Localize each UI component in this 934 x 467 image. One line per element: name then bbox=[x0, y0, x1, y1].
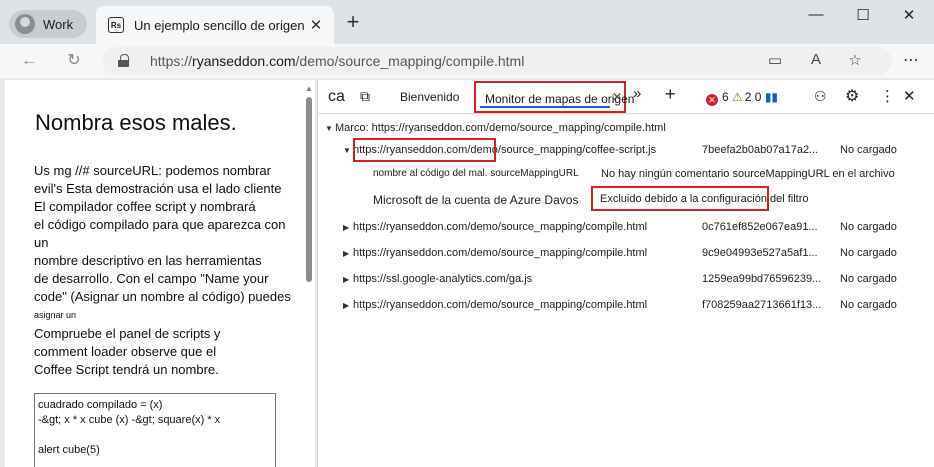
scroll-thumb[interactable] bbox=[306, 97, 312, 282]
more-tabs-icon[interactable]: » bbox=[633, 85, 641, 102]
page-title: Nombra esos males. bbox=[35, 110, 237, 135]
address-toolbar: ← ↻ https://ryanseddon.com/demo/source_m… bbox=[0, 44, 934, 78]
console-tab-short[interactable]: ca bbox=[328, 88, 345, 106]
highlight-box bbox=[591, 186, 769, 211]
issues-counter[interactable]: ✕ 6 ⚠ 2 0 ▮▮ bbox=[706, 90, 778, 106]
avatar-icon bbox=[15, 14, 35, 34]
browser-menu-icon[interactable]: ⋯ bbox=[898, 48, 924, 74]
collapse-arrow-icon[interactable]: ▼ bbox=[343, 146, 353, 155]
source-row[interactable]: ▶ https://ryanseddon.com/demo/source_mapp… bbox=[343, 221, 647, 233]
minimize-button[interactable]: — bbox=[793, 6, 839, 30]
frame-row[interactable]: ▼ Marco: https://ryanseddon.com/demo/sour… bbox=[325, 122, 666, 134]
status-cell: No cargado bbox=[840, 273, 897, 285]
read-aloud-icon[interactable]: A bbox=[805, 51, 827, 71]
tab-welcome[interactable]: Bienvenido bbox=[400, 90, 459, 104]
child-value: No hay ningún comentario sourceMappingUR… bbox=[601, 168, 895, 180]
tab-source-maps-monitor[interactable]: Monitor de mapas de origen ✕ bbox=[474, 81, 634, 113]
code-textarea[interactable]: cuadrado compilado = (x) -&gt; x * x cub… bbox=[34, 393, 276, 467]
maximize-button[interactable]: ☐ bbox=[840, 6, 886, 30]
source-row[interactable]: ▶ https://ssl.google-analytics.com/ga.js bbox=[343, 273, 532, 285]
hash-cell: 7beefa2b0ab07a17a2... bbox=[702, 144, 819, 156]
status-cell: No cargado bbox=[840, 221, 897, 233]
url-text[interactable]: https://ryanseddon.com/demo/source_mappi… bbox=[150, 53, 524, 69]
expand-arrow-icon[interactable]: ▶ bbox=[343, 249, 353, 258]
profile-label: Work bbox=[43, 16, 74, 32]
hash-cell: 9c9e04993e527a5af1... bbox=[702, 247, 818, 259]
page-scrollbar[interactable]: ▲ bbox=[303, 80, 315, 467]
window-close-button[interactable]: ✕ bbox=[886, 6, 932, 30]
expand-arrow-icon[interactable]: ▶ bbox=[343, 223, 353, 232]
lock-icon bbox=[118, 54, 129, 67]
expand-arrow-icon[interactable]: ▼ bbox=[325, 124, 335, 133]
more-options-icon[interactable]: ⋮ bbox=[880, 87, 895, 105]
back-arrow-icon[interactable]: ← bbox=[16, 48, 42, 74]
expand-arrow-icon[interactable]: ▶ bbox=[343, 301, 353, 310]
refresh-icon[interactable]: ↻ bbox=[61, 48, 87, 74]
settings-icon[interactable]: ⚙ bbox=[845, 86, 859, 106]
instructions-paragraph: Compruebe el panel de scripts y comment … bbox=[34, 326, 221, 377]
info-icon: ▮▮ bbox=[764, 90, 779, 104]
hash-cell: f708259aa2713661f13... bbox=[702, 299, 822, 311]
tab-strip: Work Rs Un ejemplo sencillo de origen ✕ … bbox=[0, 0, 934, 44]
new-tab-button[interactable]: + bbox=[340, 10, 366, 36]
devtools-panel: ca ⧉ Bienvenido Monitor de mapas de orig… bbox=[317, 80, 934, 467]
scroll-up-icon[interactable]: ▲ bbox=[305, 84, 313, 93]
site-favicon-icon: Rs bbox=[108, 17, 124, 33]
tab-title: Un ejemplo sencillo de origen bbox=[134, 17, 305, 33]
child-label: Microsoft de la cuenta de Azure Davos bbox=[373, 193, 579, 207]
status-cell: No cargado bbox=[840, 299, 897, 311]
profile-button[interactable]: Work bbox=[9, 10, 87, 38]
app-available-icon[interactable]: ▭ bbox=[764, 51, 786, 71]
highlight-box bbox=[353, 138, 496, 162]
error-icon: ✕ bbox=[706, 94, 718, 106]
favorite-star-icon[interactable]: ☆ bbox=[844, 51, 866, 71]
expand-arrow-icon[interactable]: ▶ bbox=[343, 275, 353, 284]
source-row[interactable]: ▶ https://ryanseddon.com/demo/source_mapp… bbox=[343, 247, 647, 259]
warning-icon: ⚠ bbox=[732, 90, 743, 104]
description-paragraph: Us mg //# sourceURL: podemos nombrar evi… bbox=[34, 163, 291, 320]
device-emulation-icon[interactable]: ⧉ bbox=[360, 88, 370, 105]
hash-cell: 0c761ef852e067ea91... bbox=[702, 221, 818, 233]
status-cell: No cargado bbox=[840, 247, 897, 259]
add-tab-icon[interactable]: + bbox=[665, 84, 676, 105]
hash-cell: 1259ea99bd76596239... bbox=[702, 273, 822, 285]
close-devtools-icon[interactable]: ✕ bbox=[903, 87, 916, 105]
address-bar[interactable]: https://ryanseddon.com/demo/source_mappi… bbox=[102, 47, 892, 75]
browser-tab[interactable]: Rs Un ejemplo sencillo de origen ✕ bbox=[96, 6, 334, 44]
tab-close-icon[interactable]: ✕ bbox=[612, 90, 622, 104]
source-row[interactable]: ▶ https://ryanseddon.com/demo/source_mapp… bbox=[343, 299, 647, 311]
status-cell: No cargado bbox=[840, 144, 897, 156]
devtools-toolbar: ca ⧉ Bienvenido Monitor de mapas de orig… bbox=[318, 80, 934, 114]
tab-close-icon[interactable]: ✕ bbox=[306, 16, 326, 34]
webpage: Nombra esos males. Us mg //# sourceURL: … bbox=[5, 80, 315, 467]
connected-devices-icon[interactable]: ⚇ bbox=[814, 88, 827, 105]
child-label: nombre al código del mal. sourceMappingU… bbox=[373, 168, 579, 179]
